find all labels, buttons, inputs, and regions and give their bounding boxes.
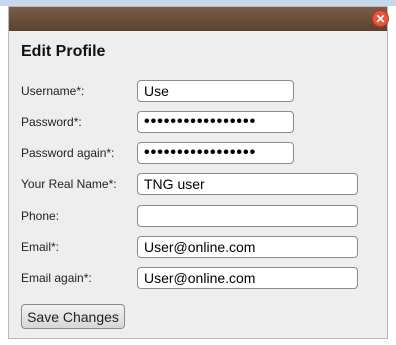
phone-field[interactable] xyxy=(137,205,358,227)
close-icon[interactable] xyxy=(372,10,389,27)
username-field[interactable] xyxy=(137,80,294,102)
email-field[interactable] xyxy=(137,236,358,258)
real-name-label: Your Real Name*: xyxy=(21,177,117,191)
save-changes-button[interactable]: Save Changes xyxy=(21,304,125,329)
username-label: Username*: xyxy=(21,84,85,98)
edit-profile-dialog: Edit Profile Username*: Password*: Passw… xyxy=(8,6,389,339)
email-label: Email*: xyxy=(21,240,60,254)
dialog-titlebar[interactable] xyxy=(9,7,389,31)
password-field[interactable] xyxy=(137,111,294,133)
phone-label: Phone: xyxy=(21,209,60,223)
email-again-label: Email again*: xyxy=(21,271,92,285)
password-again-label: Password again*: xyxy=(21,146,115,160)
password-again-field[interactable] xyxy=(137,142,294,164)
password-label: Password*: xyxy=(21,115,82,129)
dialog-title: Edit Profile xyxy=(21,43,106,60)
email-again-field[interactable] xyxy=(137,267,358,289)
real-name-field[interactable] xyxy=(137,173,358,195)
